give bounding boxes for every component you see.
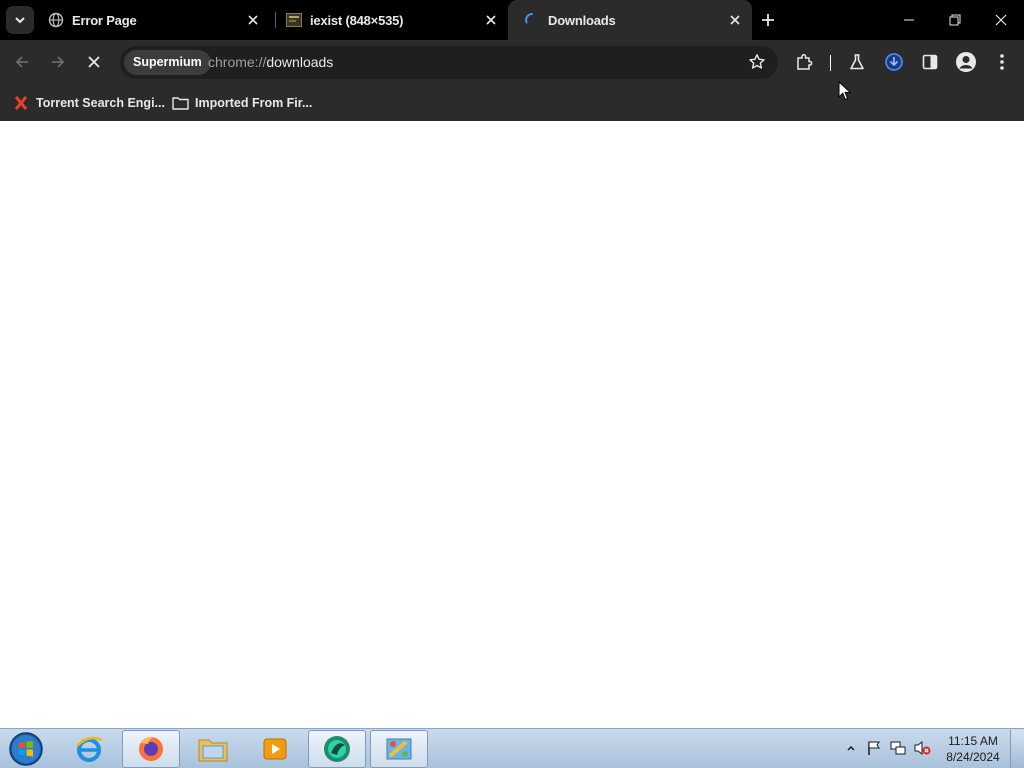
close-window-button[interactable] (978, 0, 1024, 40)
minimize-button[interactable] (886, 0, 932, 40)
image-icon (286, 12, 302, 28)
network-button[interactable] (889, 739, 907, 757)
tab-search-button[interactable] (6, 6, 34, 34)
show-desktop-button[interactable] (1010, 730, 1024, 768)
url-scheme: chrome:// (208, 54, 267, 70)
address-bar[interactable]: Supermium chrome://downloads (120, 46, 778, 79)
stop-loading-button[interactable] (80, 48, 108, 76)
mouse-cursor-icon (838, 81, 852, 101)
file-explorer-icon (198, 739, 228, 762)
tab-title: Error Page (72, 12, 137, 28)
clock-time: 11:15 AM (948, 734, 998, 748)
tab-strip: Error Page iexist (848×535) Downloads (0, 0, 1024, 40)
toolbar-divider (830, 55, 831, 71)
tab-close-icon[interactable] (482, 11, 500, 29)
taskbar: 11:15 AM 8/24/2024 (0, 728, 1024, 768)
folder-icon (171, 94, 189, 112)
taskbar-paint[interactable] (370, 730, 428, 768)
extensions-button[interactable] (790, 48, 818, 76)
bookmarks-bar: Torrent Search Engi... Imported From Fir… (0, 85, 1024, 121)
taskbar-supermium[interactable] (308, 730, 366, 768)
tab-divider (275, 12, 276, 28)
downloads-button[interactable] (880, 48, 908, 76)
restore-icon (949, 14, 961, 26)
tab-title: Downloads (548, 12, 616, 28)
tab-downloads[interactable]: Downloads (508, 0, 752, 40)
volume-button[interactable] (913, 739, 931, 757)
tab-iexist[interactable]: iexist (848×535) (278, 0, 508, 40)
taskbar-file-explorer[interactable] (184, 730, 242, 768)
side-panel-button[interactable] (916, 48, 944, 76)
plus-icon (762, 14, 774, 26)
forward-button[interactable] (44, 48, 72, 76)
windows-orb-icon (9, 732, 43, 766)
arrow-right-icon (52, 56, 65, 68)
download-icon (885, 53, 903, 71)
globe-icon (48, 12, 64, 28)
taskbar-media-player[interactable] (246, 730, 304, 768)
bookmark-torrent-search[interactable]: Torrent Search Engi... (12, 91, 165, 115)
media-player-icon (263, 738, 287, 760)
x-logo-icon (12, 94, 30, 112)
arrow-left-icon (15, 56, 28, 68)
system-clock[interactable]: 11:15 AM 8/24/2024 (938, 733, 1008, 765)
avatar-icon (956, 52, 976, 72)
flask-icon (850, 54, 864, 70)
minimize-icon (904, 19, 914, 21)
flag-icon (868, 741, 880, 755)
more-vert-icon (1000, 54, 1004, 70)
profile-button[interactable] (952, 48, 980, 76)
chevron-up-icon (847, 745, 855, 751)
internet-explorer-icon (76, 736, 103, 762)
tab-close-icon[interactable] (726, 11, 744, 29)
loading-icon (524, 12, 540, 28)
tab-close-icon[interactable] (244, 11, 262, 29)
supermium-icon (324, 736, 350, 762)
new-tab-button[interactable] (757, 9, 779, 31)
bookmark-star-button[interactable] (746, 51, 768, 73)
site-chip[interactable]: Supermium (124, 50, 211, 75)
tab-error-page[interactable]: Error Page (40, 0, 270, 40)
close-icon (995, 14, 1007, 26)
taskbar-internet-explorer[interactable] (60, 730, 118, 768)
show-hidden-icons-button[interactable] (842, 739, 860, 757)
page-content (0, 121, 1024, 728)
puzzle-icon (797, 53, 813, 70)
bookmark-label: Imported From Fir... (195, 96, 313, 110)
paint-icon (386, 738, 412, 760)
bookmark-folder-imported[interactable]: Imported From Fir... (171, 91, 312, 115)
menu-button[interactable] (988, 48, 1016, 76)
side-panel-icon (922, 54, 938, 70)
labs-button[interactable] (843, 48, 871, 76)
network-icon (890, 741, 906, 755)
browser-toolbar: Supermium chrome://downloads (0, 40, 1024, 85)
taskbar-firefox[interactable] (122, 730, 180, 768)
action-center-button[interactable] (865, 739, 883, 757)
firefox-icon (139, 736, 163, 761)
star-icon (749, 54, 765, 69)
url-host: downloads (266, 54, 334, 70)
back-button[interactable] (8, 48, 36, 76)
chevron-down-icon (15, 17, 25, 24)
start-button[interactable] (6, 730, 46, 768)
bookmark-label: Torrent Search Engi... (36, 96, 165, 110)
url-text[interactable]: chrome://downloads (208, 46, 333, 79)
tab-title: iexist (848×535) (310, 12, 404, 28)
stop-icon (88, 56, 100, 68)
speaker-muted-icon (914, 741, 931, 755)
restore-button[interactable] (932, 0, 978, 40)
clock-date: 8/24/2024 (946, 750, 1000, 764)
